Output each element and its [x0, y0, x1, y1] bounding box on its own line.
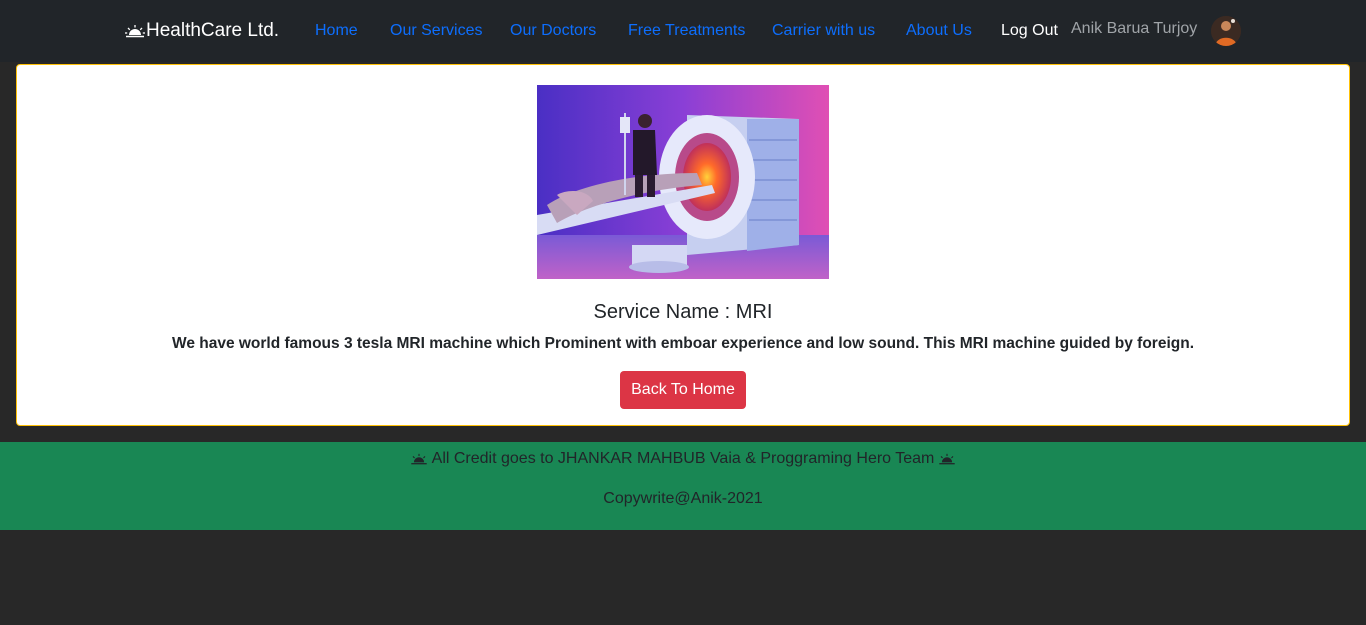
- sunrise-icon: [125, 25, 145, 38]
- user-name: Anik Barua Turjoy: [1071, 20, 1198, 37]
- navbar: HealthCare Ltd. Home Our Services Our Do…: [0, 0, 1366, 62]
- service-title: Service Name : MRI: [593, 301, 773, 323]
- sunrise-icon: [410, 453, 427, 465]
- copyright-text: Copywrite@Anik-2021: [603, 490, 763, 507]
- avatar: [1211, 16, 1241, 46]
- footer-credit: All Credit goes to JHANKAR MAHBUB Vaia &…: [0, 450, 1366, 468]
- nav-about-us[interactable]: About Us: [906, 22, 972, 40]
- service-description: We have world famous 3 tesla MRI machine…: [171, 335, 1195, 352]
- brand-name: HealthCare Ltd.: [146, 20, 280, 41]
- user-avatar-icon: [1211, 16, 1241, 46]
- service-card: Service Name : MRI We have world famous …: [16, 64, 1350, 426]
- nav-our-services[interactable]: Our Services: [390, 22, 482, 40]
- nav-home[interactable]: Home: [315, 22, 358, 40]
- nav-carrier-with-us[interactable]: Carrier with us: [772, 22, 875, 40]
- credit-text: All Credit goes to JHANKAR MAHBUB Vaia &…: [431, 450, 935, 467]
- mri-image: [537, 85, 829, 279]
- back-to-home-button[interactable]: Back To Home: [620, 371, 746, 409]
- nav-free-treatments[interactable]: Free Treatments: [628, 22, 745, 40]
- nav-our-doctors[interactable]: Our Doctors: [510, 22, 596, 40]
- footer: All Credit goes to JHANKAR MAHBUB Vaia &…: [0, 442, 1366, 530]
- logout-button[interactable]: Log Out: [1001, 22, 1058, 40]
- sunrise-icon: [939, 453, 956, 465]
- brand[interactable]: HealthCare Ltd.: [125, 20, 279, 42]
